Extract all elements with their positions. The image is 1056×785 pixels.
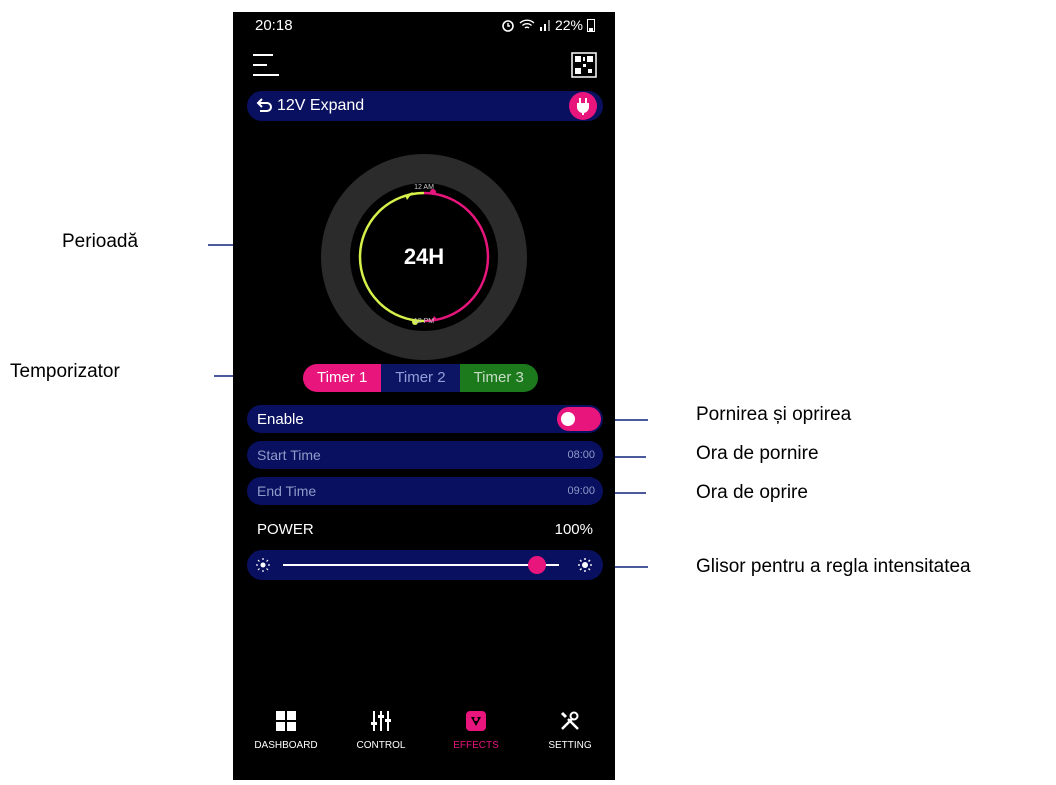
nav-dashboard[interactable]: DASHBOARD — [241, 700, 331, 751]
device-bar[interactable]: 12V Expand — [247, 91, 603, 121]
enable-label: Enable — [257, 411, 304, 428]
brightness-low-icon — [256, 558, 270, 572]
tab-timer-2[interactable]: Timer 2 — [381, 364, 460, 392]
enable-toggle[interactable] — [557, 407, 601, 431]
battery-icon — [587, 19, 595, 32]
end-time-value: 09:00 — [567, 485, 595, 497]
nav-control-label: CONTROL — [356, 740, 406, 751]
alarm-icon — [502, 20, 514, 32]
start-time-row[interactable]: Start Time 08:00 — [247, 441, 603, 469]
brightness-high-icon — [578, 558, 592, 572]
annotation-timer: Temporizator — [10, 361, 120, 382]
annotation-period: Perioadă — [62, 231, 139, 252]
tab-timer-1[interactable]: Timer 1 — [303, 364, 382, 392]
dial-top-label: 12 AM — [414, 184, 434, 191]
bottom-nav: DASHBOARD CONTROL EFFECTS SETTING — [233, 700, 615, 770]
effects-icon — [466, 711, 486, 731]
nav-effects-label: EFFECTS — [453, 740, 499, 751]
status-time: 20:18 — [255, 17, 293, 34]
app-bar — [233, 48, 615, 88]
status-icons: 22% — [501, 17, 595, 33]
tools-icon — [560, 711, 579, 730]
annotation-end: Ora de oprire — [696, 482, 808, 503]
nav-setting-label: SETTING — [548, 740, 592, 751]
status-bar: 20:18 22% — [233, 12, 615, 40]
slider-track[interactable] — [283, 564, 559, 566]
enable-row: Enable — [247, 405, 603, 433]
power-value: 100% — [554, 521, 593, 538]
menu-icon[interactable] — [253, 52, 281, 78]
device-name: 12V Expand — [277, 97, 365, 114]
dial-center-label: 24H — [403, 244, 445, 269]
plug-icon — [577, 98, 589, 115]
period-dial[interactable]: 12 AM 24H 12 PM — [321, 154, 527, 360]
nav-dashboard-label: DASHBOARD — [254, 740, 318, 751]
back-arrow-icon[interactable] — [255, 96, 273, 114]
battery-percent: 22% — [554, 17, 583, 33]
timer-tabs: Timer 1 Timer 2 Timer 3 — [303, 364, 538, 392]
sliders-icon — [371, 711, 391, 731]
annotation-slider: Glisor pentru a regla intensitatea — [696, 556, 971, 577]
annotation-start: Ora de pornire — [696, 443, 819, 464]
power-slider[interactable] — [247, 550, 603, 580]
nav-control[interactable]: CONTROL — [336, 700, 426, 751]
annotation-enable: Pornirea și oprirea — [696, 404, 852, 425]
wifi-icon — [519, 19, 535, 29]
power-row: POWER 100% — [257, 521, 593, 538]
plug-button[interactable] — [569, 92, 597, 120]
start-time-value: 08:00 — [567, 449, 595, 461]
phone-screen: 20:18 22% 12V Expand 12 AM 24H 12 PM Tim… — [233, 12, 615, 780]
tab-timer-3[interactable]: Timer 3 — [459, 364, 538, 392]
power-label: POWER — [257, 521, 314, 538]
end-time-label: End Time — [257, 483, 317, 499]
start-time-label: Start Time — [257, 447, 321, 463]
signal-icon — [539, 20, 550, 31]
qr-code-icon[interactable] — [571, 52, 597, 78]
nav-setting[interactable]: SETTING — [525, 700, 615, 751]
dial-bottom-label: 12 PM — [413, 318, 435, 325]
end-time-row[interactable]: End Time 09:00 — [247, 477, 603, 505]
nav-effects[interactable]: EFFECTS — [431, 700, 521, 751]
grid-icon — [276, 711, 296, 731]
slider-thumb[interactable] — [527, 556, 546, 574]
